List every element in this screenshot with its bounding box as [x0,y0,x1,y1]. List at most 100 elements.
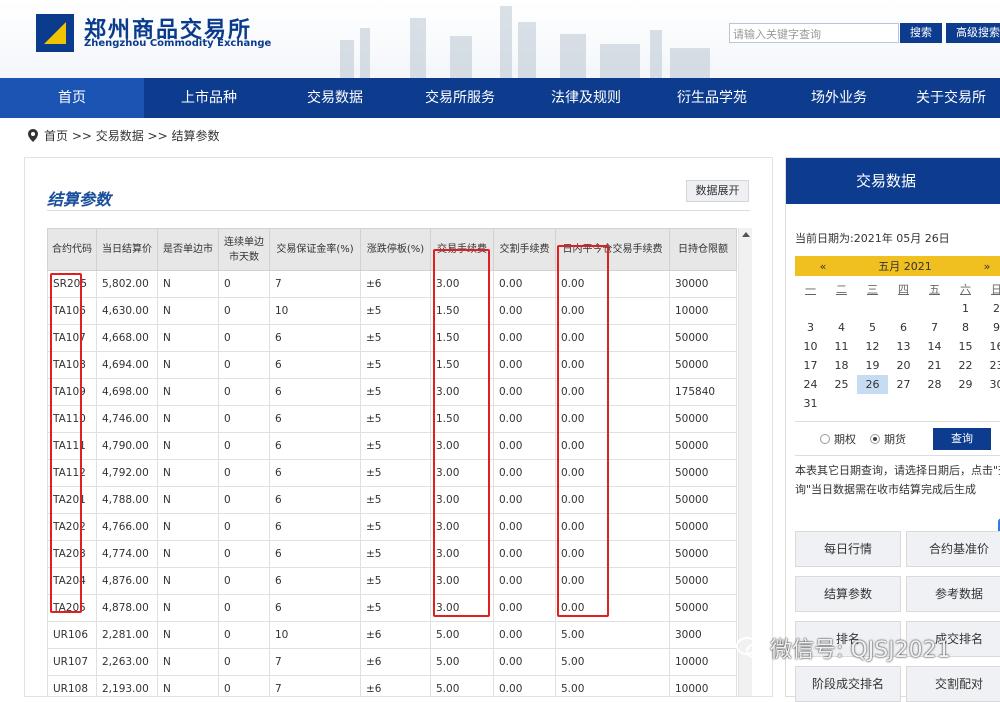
table-cell: 6 [269,459,361,487]
table-row: TA109 4,698.00 N 0 6 ±5 3.00 0.00 0.00 175840 [47,378,737,406]
expand-data-button[interactable]: 数据展开 [686,180,749,202]
calendar-day[interactable]: 6 [888,318,919,337]
calendar-day[interactable]: 27 [888,375,919,394]
calendar-empty [795,299,826,318]
column-header: 日持仓限额 [669,228,737,271]
calendar-week: 3456789 [795,318,1000,337]
contract-base-price-button[interactable]: 合约基准价 [906,531,1000,567]
table-row: TA107 4,668.00 N 0 6 ±5 1.50 0.00 0.00 50000 [47,324,737,352]
calendar-day[interactable]: 22 [950,356,981,375]
calendar-day[interactable]: 16 [981,337,1000,356]
calendar-empty [826,394,857,413]
calendar-day[interactable]: 30 [981,375,1000,394]
advanced-search-button[interactable]: 高级搜索 [946,23,1000,43]
nav-otc[interactable]: 场外业务 [776,78,902,118]
calendar-day[interactable]: 9 [981,318,1000,337]
table-cell: 0 [218,270,270,298]
calendar-day[interactable]: 18 [826,356,857,375]
exchange-logo-icon[interactable] [36,14,74,52]
calendar-day[interactable]: 4 [826,318,857,337]
table-cell: N [157,270,219,298]
table-cell: 6 [269,432,361,460]
table-cell: 0.00 [493,513,556,541]
calendar-day[interactable]: 26 [857,375,888,394]
table-cell: 7 [269,270,361,298]
table-row: TA111 4,790.00 N 0 6 ±5 3.00 0.00 0.00 50000 [47,432,737,460]
calendar-day[interactable]: 2 [981,299,1000,318]
column-header: 涨跌停板(%) [360,228,431,271]
period-volume-ranking-button[interactable]: 阶段成交排名 [795,666,901,702]
calendar-day[interactable]: 13 [888,337,919,356]
nav-derivatives-academy[interactable]: 衍生品学苑 [648,78,776,118]
table-cell: ±5 [360,324,431,352]
calendar-day[interactable]: 28 [919,375,950,394]
table-cell: 4,774.00 [96,540,158,568]
calendar-day[interactable]: 3 [795,318,826,337]
table-scrollbar[interactable] [738,228,752,696]
scroll-up-icon[interactable] [742,232,750,237]
calendar-day[interactable]: 25 [826,375,857,394]
calendar-day[interactable]: 23 [981,356,1000,375]
reference-data-button[interactable]: 参考数据 [906,576,1000,612]
calendar-day[interactable]: 12 [857,337,888,356]
table-cell: 6 [269,540,361,568]
table-cell: 50000 [669,459,737,487]
radio-option[interactable] [820,434,830,444]
calendar-day[interactable]: 7 [919,318,950,337]
daily-quotes-button[interactable]: 每日行情 [795,531,901,567]
calendar-day[interactable]: 17 [795,356,826,375]
nav-about[interactable]: 关于交易所 [902,78,1000,118]
radio-future[interactable] [870,434,880,444]
column-header: 当日结算价 [96,228,158,271]
calendar-day[interactable]: 14 [919,337,950,356]
nav-trading-data[interactable]: 交易数据 [274,78,396,118]
calendar-empty [981,394,1000,413]
sidebar-title: 交易数据 [786,158,1000,204]
calendar-day[interactable]: 29 [950,375,981,394]
calendar-day[interactable]: 20 [888,356,919,375]
nav-rules[interactable]: 法律及规则 [524,78,648,118]
search-button[interactable]: 搜索 [900,23,942,43]
table-cell: ±5 [360,594,431,622]
calendar-day[interactable]: 5 [857,318,888,337]
calendar-day[interactable]: 1 [950,299,981,318]
calendar-day[interactable]: 19 [857,356,888,375]
nav-home[interactable]: 首页 [0,78,144,118]
table-cell: 2,263.00 [96,648,158,676]
settlement-params-button[interactable]: 结算参数 [795,576,901,612]
table-cell: 4,746.00 [96,405,158,433]
table-cell: ±5 [360,567,431,595]
nav-products[interactable]: 上市品种 [144,78,274,118]
search-input[interactable]: 请输入关键字查询 [729,23,899,43]
table-cell: ±6 [360,270,431,298]
column-header: 是否单边市 [157,228,219,271]
calendar-day[interactable]: 10 [795,337,826,356]
table-cell: 0 [218,648,270,676]
table-row: TA110 4,746.00 N 0 6 ±5 1.50 0.00 0.00 50000 [47,405,737,433]
radio-label-future: 期货 [884,433,906,446]
table-cell: 10000 [669,297,737,325]
calendar-day[interactable]: 11 [826,337,857,356]
table-cell: 0 [218,459,270,487]
calendar-next-button[interactable]: » [959,260,1000,273]
calendar-prev-button[interactable]: « [795,260,851,273]
calendar-empty [826,299,857,318]
query-button[interactable]: 查询 [933,428,991,450]
delivery-matching-button[interactable]: 交割配对 [906,666,1000,702]
calendar-day[interactable]: 24 [795,375,826,394]
table-cell: 0.00 [493,648,556,676]
table-cell: ±6 [360,621,431,649]
calendar-day[interactable]: 15 [950,337,981,356]
calendar-day[interactable]: 8 [950,318,981,337]
table-cell: 4,668.00 [96,324,158,352]
table-cell: 6 [269,351,361,379]
nav-exchange-services[interactable]: 交易所服务 [396,78,524,118]
breadcrumb-text[interactable]: 首页 >> 交易数据 >> 结算参数 [44,127,219,144]
calendar-day[interactable]: 21 [919,356,950,375]
calendar-day[interactable]: 31 [795,394,826,413]
table-cell: ±5 [360,378,431,406]
table-cell: 4,694.00 [96,351,158,379]
table-row: TA204 4,876.00 N 0 6 ±5 3.00 0.00 0.00 50000 [47,567,737,595]
calendar-empty [919,299,950,318]
table-cell: 6 [269,378,361,406]
